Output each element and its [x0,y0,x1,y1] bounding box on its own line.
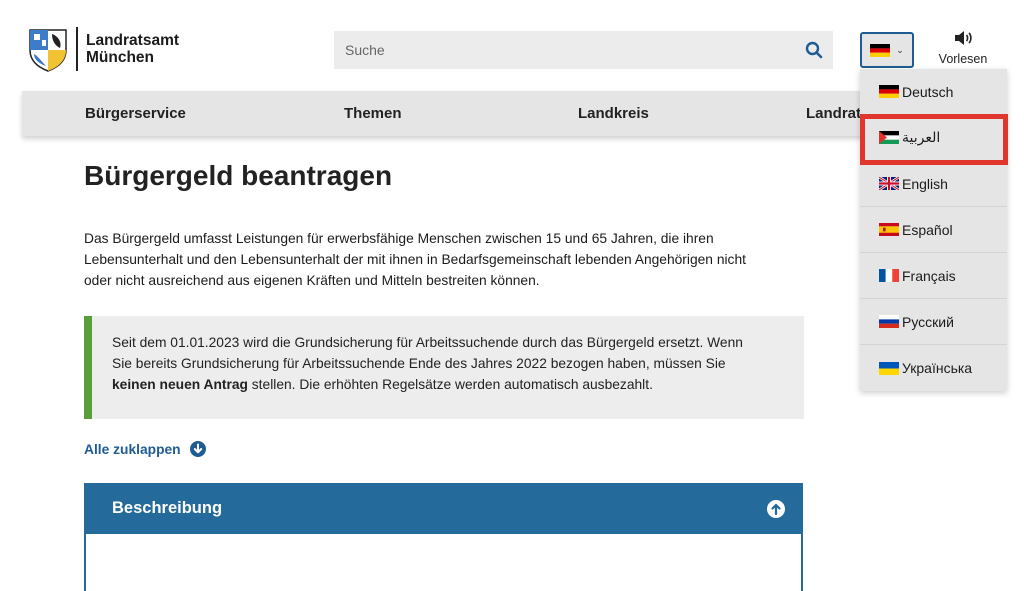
search-icon[interactable] [795,31,833,69]
nav-item-themen[interactable]: Themen [344,105,402,122]
accordion-header-beschreibung[interactable]: Beschreibung [84,483,803,534]
logo-line-1: Landratsamt [86,32,180,49]
language-option-deutsch[interactable]: Deutsch [860,69,1007,115]
notice-line: keinen neuen Antrag stellen. Die erhöhte… [112,374,784,395]
logo-divider [76,27,78,71]
flag-fr-icon [879,269,899,282]
flag-arabic-icon [879,131,899,144]
accordion-body [84,534,803,591]
language-label: Русский [902,313,954,330]
language-label: العربية [902,129,941,145]
intro-line: Lebensunterhalt und den Lebensunterhalt … [84,252,746,267]
language-option-espanol[interactable]: Español [860,207,1007,253]
accordion-title: Beschreibung [112,499,223,517]
language-label: Deutsch [902,83,954,100]
language-label: English [902,175,948,192]
flag-de-icon [879,85,899,98]
flag-uk-icon [879,177,899,190]
flag-de-icon [870,43,891,57]
notice-line: Sie bereits Grundsicherung für Arbeitssu… [112,356,726,371]
main-nav: Bürgerservice Themen Landkreis Landrat [22,91,867,136]
arrow-down-circle-icon [189,441,206,457]
notice-rest-text: stellen. Die erhöhten Regelsätze werden … [247,377,653,392]
flag-es-icon [879,223,899,236]
bavarian-crest-icon [29,29,67,72]
collapse-all-label: Alle zuklappen [84,441,181,457]
logo[interactable]: Landratsamt München [26,26,179,72]
logo-text: Landratsamt München [86,32,179,66]
intro-text: Das Bürgergeld umfasst Leistungen für er… [84,228,814,291]
language-dropdown: Deutsch العربية English Español Français… [860,69,1007,391]
language-option-ukrainian[interactable]: Українська [860,345,1007,391]
nav-item-landrat[interactable]: Landrat [806,105,861,122]
language-label: Français [902,267,956,284]
collapse-all-link[interactable]: Alle zuklappen [84,441,206,457]
nav-item-buergerservice[interactable]: Bürgerservice [85,105,186,122]
search-bar [334,31,833,69]
speaker-icon [955,31,972,45]
notice-line: Seit dem 01.01.2023 wird die Grundsicher… [112,335,743,350]
arrow-up-circle-icon[interactable] [767,499,785,518]
language-label: Español [902,221,953,238]
language-label: Українська [902,360,973,376]
search-input[interactable] [334,31,795,69]
language-option-arabic[interactable]: العربية [860,115,1007,161]
logo-line-2: München [86,49,155,66]
intro-line: Das Bürgergeld umfasst Leistungen für er… [84,231,714,246]
read-aloud-label: Vorlesen [938,52,988,66]
page-title: Bürgergeld beantragen [84,160,393,191]
nav-item-landkreis[interactable]: Landkreis [578,105,649,122]
notice-bold-text: keinen neuen Antrag [112,377,248,392]
language-selector-button[interactable]: ⌄ [860,32,914,68]
info-notice: Seit dem 01.01.2023 wird die Grundsicher… [84,316,804,419]
flag-ru-icon [879,315,899,328]
language-option-russian[interactable]: Русский [860,299,1007,345]
chevron-down-icon: ⌄ [896,44,904,55]
read-aloud-button[interactable]: Vorlesen [932,30,994,66]
flag-ua-icon [879,361,899,375]
intro-line: oder nicht ausreichend aus eigenen Kräft… [84,273,540,288]
language-option-francais[interactable]: Français [860,253,1007,299]
language-option-english[interactable]: English [860,161,1007,207]
